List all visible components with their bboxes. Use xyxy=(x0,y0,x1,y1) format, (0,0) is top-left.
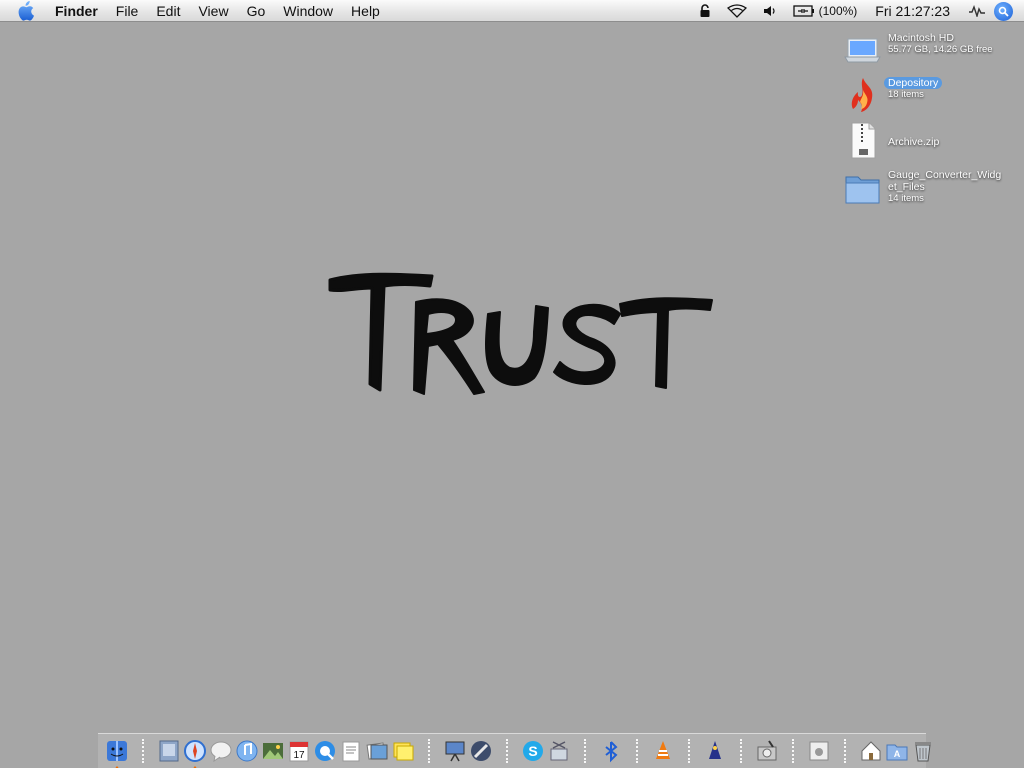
desktop-icon-gauge-converter-folder[interactable]: Gauge_Converter_Widg et_Files 14 items xyxy=(844,169,1019,213)
network-icon xyxy=(550,741,568,761)
dock-bluetooth-icon[interactable] xyxy=(599,739,623,763)
textedit-icon xyxy=(342,741,360,762)
mail-stamp-icon xyxy=(159,740,179,762)
menu-go[interactable]: Go xyxy=(238,0,275,22)
dock-brush-icon[interactable] xyxy=(469,739,493,763)
desktop-icon-macintosh-hd[interactable]: Macintosh HD 55.77 GB, 14.26 GB free xyxy=(844,31,1019,75)
desktop-icon-sublabel: 18 items xyxy=(888,89,924,100)
dock-separator xyxy=(142,739,144,763)
dock-apple-box-icon[interactable] xyxy=(807,739,831,763)
dock-wizard-icon[interactable] xyxy=(703,739,727,763)
desktop-icon-label: Gauge_Converter_Widg et_Files xyxy=(888,169,1002,193)
wifi-icon[interactable] xyxy=(726,4,747,18)
desktop-icon-sublabel: 55.77 GB, 14.26 GB free xyxy=(888,44,993,55)
skype-icon: S xyxy=(523,741,543,761)
brush-icon xyxy=(471,741,491,761)
dock-safari-icon[interactable] xyxy=(183,739,207,768)
applications-icon: A xyxy=(886,744,908,761)
menu-bar: Finder File Edit View Go Window Help (10… xyxy=(0,0,1024,22)
iphoto-icon xyxy=(263,743,283,759)
svg-text:S: S xyxy=(528,743,537,759)
desktop-icon-label: Macintosh HD xyxy=(888,32,954,44)
ical-icon: 17 xyxy=(289,741,309,762)
dock-mail-stamp-icon[interactable] xyxy=(157,739,181,763)
flame-icon xyxy=(844,76,882,114)
vlc-icon xyxy=(656,741,670,759)
dock-separator xyxy=(844,739,846,763)
dock-finder-icon[interactable] xyxy=(105,739,129,768)
folder-icon xyxy=(844,169,882,207)
trash-icon xyxy=(915,742,931,762)
sync-activity-icon[interactable] xyxy=(968,5,986,17)
spotlight-icon[interactable] xyxy=(994,1,1013,21)
dock-ichat-icon[interactable] xyxy=(209,739,233,763)
dock-preview-icon[interactable] xyxy=(365,739,389,763)
bluetooth-icon xyxy=(605,741,618,763)
dock-stickies-icon[interactable] xyxy=(391,739,415,763)
finder-icon xyxy=(107,741,127,761)
svg-text:17: 17 xyxy=(293,750,305,761)
dock-vlc-icon[interactable] xyxy=(651,739,675,763)
menu-edit[interactable]: Edit xyxy=(147,0,189,22)
desktop-icon-depository[interactable]: Depository 18 items xyxy=(844,76,1019,120)
dock-home-icon[interactable] xyxy=(859,739,883,763)
menu-clock[interactable]: Fri 21:27:23 xyxy=(875,3,950,19)
desktop-icon-sublabel: 14 items xyxy=(888,193,924,204)
dock-network-icon[interactable] xyxy=(547,739,571,763)
home-icon xyxy=(861,741,881,761)
dock-ical-icon[interactable]: 17 xyxy=(287,739,311,763)
volume-icon[interactable] xyxy=(763,5,777,17)
itunes-icon xyxy=(236,740,258,762)
dock-separator xyxy=(636,739,638,763)
menu-view[interactable]: View xyxy=(189,0,237,22)
dock-keynote-icon[interactable] xyxy=(443,739,467,763)
dock-applications-icon[interactable]: A xyxy=(885,739,909,763)
desktop-icon-label: Archive.zip xyxy=(888,136,940,148)
dock-quicktime-icon[interactable] xyxy=(313,739,337,763)
menu-window[interactable]: Window xyxy=(274,0,342,22)
dock-separator xyxy=(688,739,690,763)
desktop-icon-label: Depository xyxy=(884,77,943,89)
quicktime-icon xyxy=(315,741,335,761)
dock-separator xyxy=(792,739,794,763)
apple-menu-icon[interactable] xyxy=(17,0,39,21)
dock-textedit-icon[interactable] xyxy=(339,739,363,763)
preview-icon xyxy=(366,742,388,760)
apple-box-icon xyxy=(809,741,829,761)
hard-drive-icon xyxy=(844,31,882,69)
dock-trash-icon[interactable] xyxy=(911,739,935,763)
desktop-icon-archive-zip[interactable]: Archive.zip xyxy=(844,122,1019,166)
wallpaper-trust-lettering xyxy=(320,262,720,407)
dock-iphoto-icon[interactable] xyxy=(261,739,285,763)
menu-finder[interactable]: Finder xyxy=(53,0,107,22)
wizard-icon xyxy=(709,741,721,759)
battery-percent: (100%) xyxy=(818,4,858,18)
safari-icon xyxy=(184,740,206,762)
disk-utility-icon xyxy=(757,740,777,761)
dock-itunes-icon[interactable] xyxy=(235,739,259,763)
dock-disk-utility-icon[interactable] xyxy=(755,739,779,763)
dock-separator xyxy=(506,739,508,763)
lock-icon[interactable] xyxy=(699,4,711,18)
menu-help[interactable]: Help xyxy=(342,0,389,22)
ichat-icon xyxy=(210,741,232,763)
battery-icon[interactable]: (100%) xyxy=(792,4,858,18)
zip-icon xyxy=(844,122,882,160)
menu-file[interactable]: File xyxy=(107,0,148,22)
svg-text:A: A xyxy=(894,749,901,759)
dock-separator xyxy=(584,739,586,763)
dock-skype-icon[interactable]: S xyxy=(521,739,545,763)
dock: 17 S A xyxy=(98,733,931,768)
dock-separator xyxy=(428,739,430,763)
stickies-icon xyxy=(393,742,414,761)
keynote-icon xyxy=(445,741,465,762)
dock-separator xyxy=(740,739,742,763)
